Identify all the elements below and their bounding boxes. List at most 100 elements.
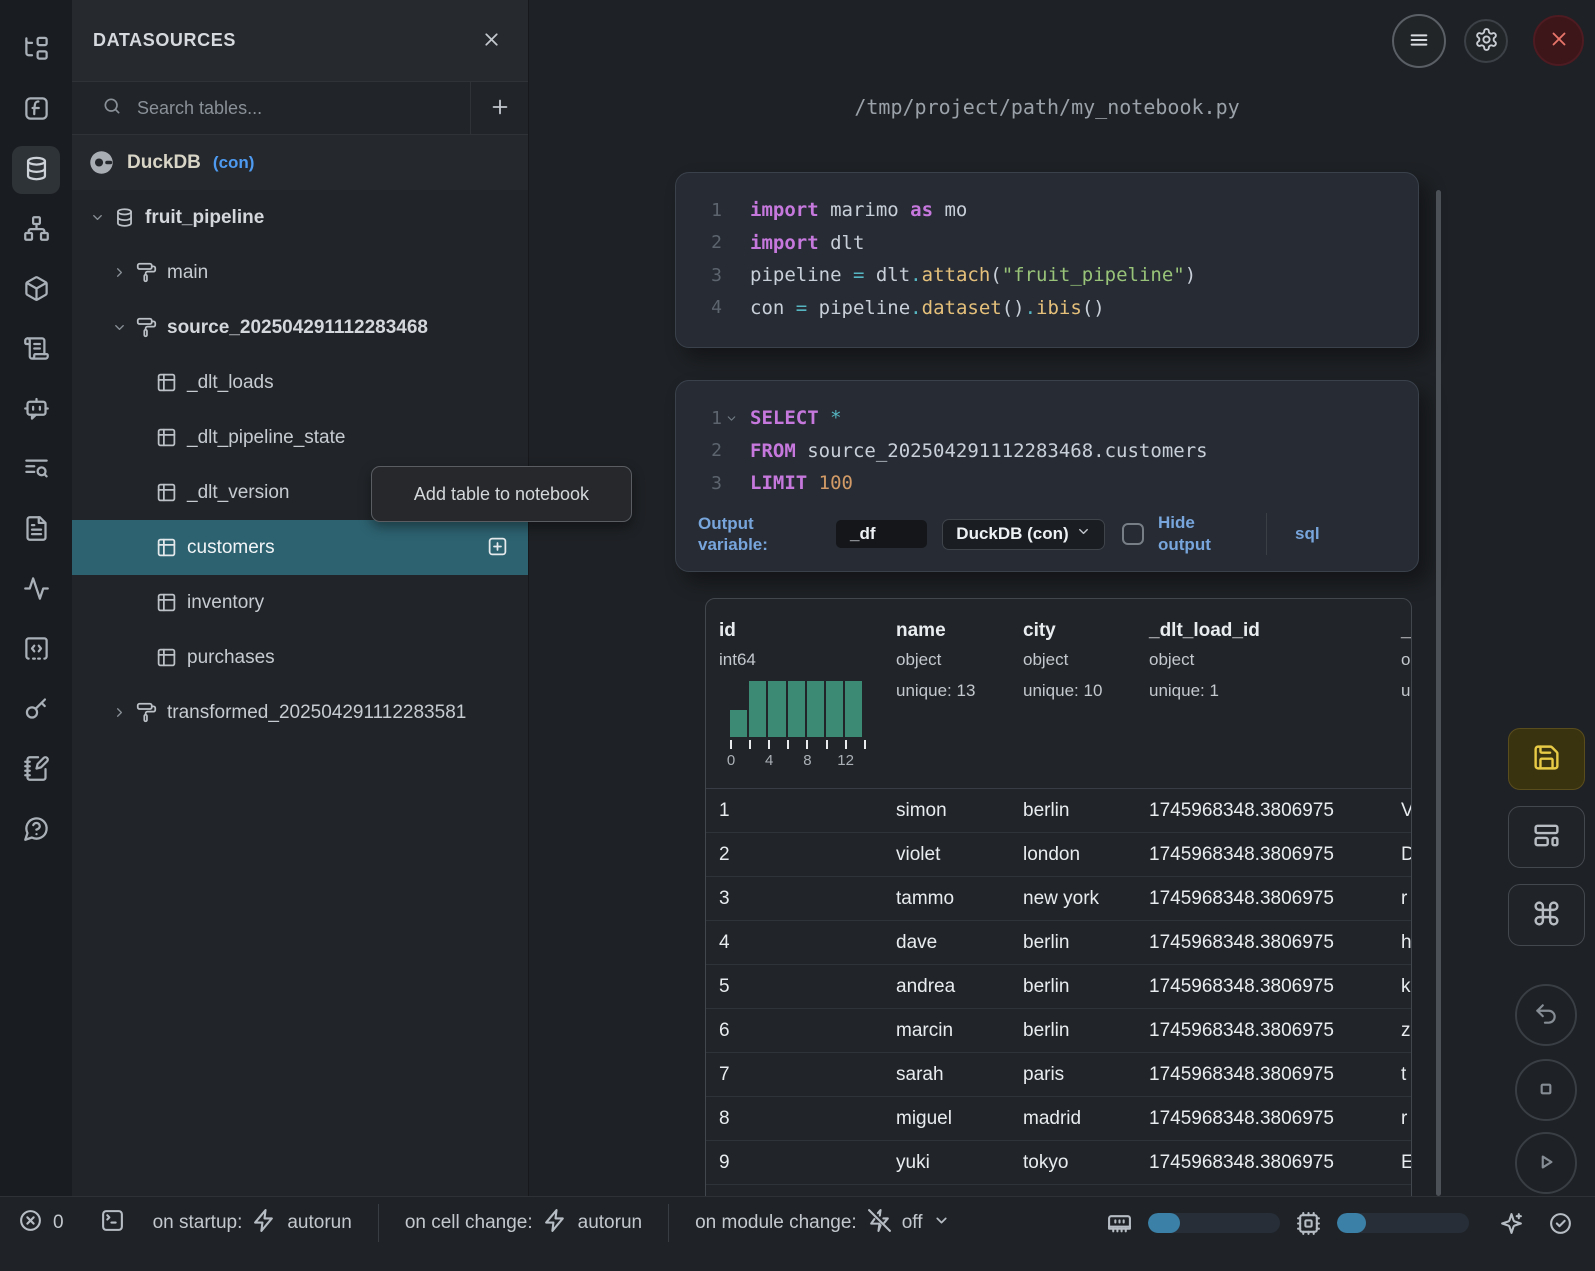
python-code-editor[interactable]: 1import marimo as mo2import dlt3pipeline…: [676, 173, 1418, 324]
search-row: [72, 82, 528, 135]
sql-cell-footer: Output variable: _df DuckDB (con) Hide o…: [676, 505, 1418, 571]
table-row[interactable]: 6marcinberlin1745968348.3806975z: [706, 1009, 1411, 1053]
tree-item-label: main: [167, 262, 208, 284]
code-cell-python[interactable]: 1import marimo as mo2import dlt3pipeline…: [675, 172, 1419, 348]
vertical-scrollbar[interactable]: [1436, 190, 1441, 1196]
save-button[interactable]: [1508, 728, 1585, 790]
connection-row[interactable]: DuckDB (con): [72, 135, 528, 190]
key-panel-button[interactable]: [12, 686, 60, 734]
file-text-panel-button[interactable]: [12, 506, 60, 554]
table-row[interactable]: 9yukitokyo1745968348.3806975E: [706, 1141, 1411, 1185]
command-palette-button[interactable]: [1508, 884, 1585, 946]
tree-item-purchases[interactable]: purchases: [72, 630, 528, 685]
sparkles-icon[interactable]: [1499, 1211, 1524, 1236]
chevron-down-icon[interactable]: [90, 210, 106, 225]
tree-item-_dlt_pipeline_state[interactable]: _dlt_pipeline_state: [72, 410, 528, 465]
line-number: 4: [676, 297, 722, 318]
sql-code-editor[interactable]: 1SELECT *2FROM source_202504291112283468…: [676, 381, 1418, 500]
column-name: city: [1023, 620, 1149, 642]
close-panel-button[interactable]: [481, 29, 502, 53]
chevron-down-icon[interactable]: [112, 320, 128, 335]
tree-item-inventory[interactable]: inventory: [72, 575, 528, 630]
function-square-icon: [23, 95, 50, 125]
chevron-right-icon[interactable]: [112, 265, 128, 280]
undo-button[interactable]: [1515, 984, 1577, 1046]
table-cell: 1745968348.3806975: [1149, 844, 1401, 866]
bot-message-panel-button[interactable]: [12, 386, 60, 434]
run-button[interactable]: [1515, 1132, 1577, 1194]
on-startup-setting[interactable]: on startup: autorun: [153, 1208, 352, 1239]
tree-item-transformed_202504291112283581[interactable]: transformed_202504291112283581: [72, 685, 528, 740]
column-header-id[interactable]: idint6404812: [719, 620, 896, 788]
table-cell: sarah: [896, 1064, 1023, 1086]
notebook-pen-panel-button[interactable]: [12, 746, 60, 794]
notebook-path[interactable]: /tmp/project/path/my_notebook.py: [675, 95, 1419, 119]
error-count[interactable]: 0: [18, 1208, 64, 1239]
language-badge[interactable]: sql: [1295, 524, 1320, 544]
add-datasource-button[interactable]: [471, 82, 528, 134]
table-row[interactable]: 4daveberlin1745968348.3806975h: [706, 921, 1411, 965]
output-variable-input[interactable]: _df: [836, 520, 927, 548]
column-header-_dlt_load_id[interactable]: _dlt_load_idobjectunique: 1: [1149, 620, 1401, 788]
shutdown-button[interactable]: [1533, 15, 1584, 66]
table-cell: yuki: [896, 1152, 1023, 1174]
code-cell-sql[interactable]: 1SELECT *2FROM source_202504291112283468…: [675, 380, 1419, 572]
chevron-right-icon[interactable]: [112, 705, 128, 720]
square-dashed-code-panel-button[interactable]: [12, 626, 60, 674]
table-row[interactable]: 7sarahparis1745968348.3806975t: [706, 1053, 1411, 1097]
table-row[interactable]: 8miguelmadrid1745968348.3806975r: [706, 1097, 1411, 1141]
box-panel-button[interactable]: [12, 266, 60, 314]
tree-item-_dlt_loads[interactable]: _dlt_loads: [72, 355, 528, 410]
histogram-bar: [807, 681, 824, 737]
divider: [1266, 513, 1267, 555]
table-row[interactable]: 1simonberlin1745968348.3806975V: [706, 789, 1411, 833]
function-square-panel-button[interactable]: [12, 86, 60, 134]
search-tables-input[interactable]: [137, 98, 397, 119]
on-cell-change-label: on cell change:: [405, 1212, 533, 1234]
add-table-button[interactable]: [487, 536, 508, 560]
histogram-bar: [845, 681, 862, 737]
activity-panel-button[interactable]: [12, 566, 60, 614]
settings-button[interactable]: [1464, 19, 1508, 63]
on-module-change-setting[interactable]: on module change: off: [695, 1208, 949, 1239]
on-cell-change-value: autorun: [578, 1212, 642, 1234]
scroll-text-panel-button[interactable]: [12, 326, 60, 374]
tree-item-main[interactable]: main: [72, 245, 528, 300]
column-header-city[interactable]: cityobjectunique: 10: [1023, 620, 1149, 788]
check-circle-icon[interactable]: [1548, 1211, 1573, 1236]
tree-item-customers[interactable]: customers: [72, 520, 528, 575]
table-row[interactable]: 2violetlondon1745968348.3806975D: [706, 833, 1411, 877]
database-panel-button[interactable]: [12, 146, 60, 194]
layout-toggle-button[interactable]: [1508, 806, 1585, 868]
menu-button[interactable]: [1392, 14, 1446, 68]
on-cell-change-setting[interactable]: on cell change: autorun: [405, 1208, 642, 1239]
tree-item-source_202504291112283468[interactable]: source_202504291112283468: [72, 300, 528, 355]
help-circle-panel-button[interactable]: [12, 806, 60, 854]
memory-usage-meter[interactable]: [1148, 1213, 1280, 1233]
chevron-down-icon: [933, 1212, 950, 1235]
schema-icon: [136, 262, 158, 283]
table-cell: marcin: [896, 1020, 1023, 1042]
plus-square-icon: [487, 536, 508, 560]
file-tree-panel-button[interactable]: [12, 26, 60, 74]
list-search-panel-button[interactable]: [12, 446, 60, 494]
tree-item-fruit_pipeline[interactable]: fruit_pipeline: [72, 190, 528, 245]
marimo-app: DATASOURCES: [0, 0, 1595, 1271]
stop-button[interactable]: [1515, 1059, 1577, 1121]
cpu-usage-meter[interactable]: [1337, 1213, 1469, 1233]
cpu-icon: [1296, 1211, 1321, 1236]
terminal-button[interactable]: [100, 1208, 125, 1239]
network-panel-button[interactable]: [12, 206, 60, 254]
line-number: 1: [676, 200, 722, 221]
activity-bar: [0, 0, 72, 1196]
table-cell: miguel: [896, 1108, 1023, 1130]
fold-chevron-icon[interactable]: [725, 412, 745, 425]
table-row[interactable]: 5andreaberlin1745968348.3806975k: [706, 965, 1411, 1009]
hide-output-checkbox[interactable]: [1122, 523, 1144, 545]
code-line: 3LIMIT 100: [676, 467, 1418, 500]
column-header-name[interactable]: nameobjectunique: 13: [896, 620, 1023, 788]
column-header-_dlt_id[interactable]: _dlt_idobjectunique:: [1401, 620, 1412, 788]
engine-dropdown[interactable]: DuckDB (con): [942, 519, 1105, 550]
table-cell: berlin: [1023, 1020, 1149, 1042]
table-row[interactable]: 3tammonew york1745968348.3806975r: [706, 877, 1411, 921]
